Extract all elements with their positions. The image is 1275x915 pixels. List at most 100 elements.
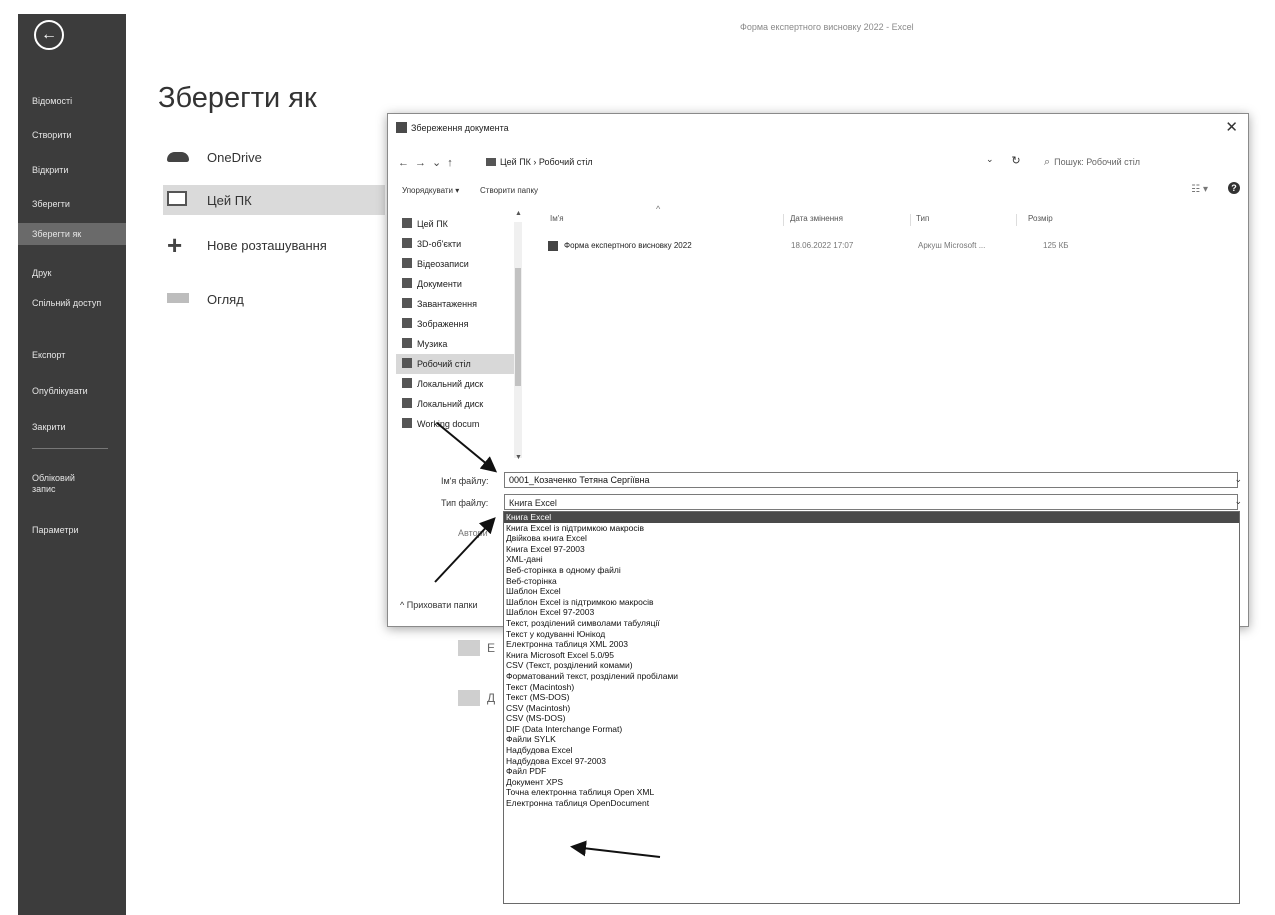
nav-item-this-pc[interactable]: Цей ПК [402, 214, 520, 234]
nav-item-videos[interactable]: Відеозаписи [402, 254, 520, 274]
filetype-option[interactable]: Електронна таблиця OpenDocument [504, 798, 1239, 809]
filetype-option[interactable]: CSV (MS-DOS) [504, 713, 1239, 724]
filetype-option[interactable]: Текст (MS-DOS) [504, 692, 1239, 703]
filetype-option[interactable]: DIF (Data Interchange Format) [504, 724, 1239, 735]
filetype-option[interactable]: Веб-сторінка в одному файлі [504, 565, 1239, 576]
filetype-option[interactable]: Електронна таблиця XML 2003 [504, 639, 1239, 650]
nav-item-3d[interactable]: 3D-об'єкти [402, 234, 520, 254]
recent-folder-label[interactable]: Е [487, 641, 495, 655]
column-header-date[interactable]: Дата змінення [790, 214, 843, 223]
scroll-up-icon[interactable]: ▲ [515, 210, 522, 217]
filetype-option[interactable]: Книга Excel із підтримкою макросів [504, 523, 1239, 534]
folder-icon [458, 640, 480, 656]
rail-item-open[interactable]: Відкрити [32, 165, 124, 176]
column-header-size[interactable]: Розмір [1028, 214, 1053, 223]
nav-item-local-disk-2[interactable]: Локальний диск [402, 394, 520, 414]
rail-item-publish[interactable]: Опублікувати [32, 386, 124, 397]
filetype-option[interactable]: Файли SYLK [504, 734, 1239, 745]
scroll-down-icon[interactable]: ▼ [515, 454, 522, 461]
computer-icon [402, 218, 412, 228]
column-header-type[interactable]: Тип [916, 214, 929, 223]
window-title: Форма експертного висновку 2022 - Excel [740, 22, 914, 32]
rail-item-share[interactable]: Спільний доступ [32, 298, 124, 309]
filetype-option[interactable]: Форматований текст, розділений пробілами [504, 671, 1239, 682]
nav-item-documents[interactable]: Документи [402, 274, 520, 294]
filetype-option[interactable]: Текст у кодуванні Юнікод [504, 629, 1239, 640]
rail-item-close[interactable]: Закрити [32, 422, 124, 433]
filename-field[interactable] [504, 472, 1238, 488]
back-arrow-icon[interactable]: ← [34, 20, 64, 50]
rail-item-export[interactable]: Експорт [32, 350, 124, 361]
chevron-down-icon[interactable]: ⌄ [432, 157, 447, 169]
nav-scrollbar[interactable]: ▲ ▼ [514, 210, 522, 461]
filetype-option[interactable]: CSV (Текст, розділений комами) [504, 660, 1239, 671]
location-label: Цей ПК [207, 193, 252, 208]
filename-label: Ім'я файлу: [441, 476, 489, 486]
up-icon[interactable]: ↑ [447, 157, 459, 169]
nav-item-music[interactable]: Музика [402, 334, 520, 354]
filetype-option[interactable]: Надбудова Excel [504, 745, 1239, 756]
filetype-option[interactable]: CSV (Macintosh) [504, 703, 1239, 714]
nav-label: Музика [417, 339, 448, 349]
hide-folders-button[interactable]: ^ Приховати папки [400, 600, 478, 610]
back-icon[interactable]: ← [398, 157, 415, 169]
nav-item-desktop[interactable]: Робочий стіл [396, 354, 514, 374]
nav-label: Робочий стіл [417, 359, 471, 369]
forward-icon[interactable]: → [415, 157, 432, 169]
organize-button[interactable]: Упорядкувати ▾ [402, 186, 459, 195]
rail-item-new[interactable]: Створити [32, 130, 124, 141]
filetype-option[interactable]: Файл PDF [504, 766, 1239, 777]
rail-item-options[interactable]: Параметри [32, 525, 124, 536]
rail-item-info[interactable]: Відомості [32, 96, 124, 107]
help-icon[interactable]: ? [1228, 182, 1240, 194]
address-bar[interactable]: Цей ПК › Робочий стіл [486, 152, 1042, 172]
file-row[interactable]: Форма експертного висновку 2022 18.06.20… [548, 238, 1108, 254]
view-options-icon[interactable]: ☷ ▾ [1191, 184, 1208, 195]
filetype-option[interactable]: Книга Excel 97-2003 [504, 544, 1239, 555]
filetype-option[interactable]: Двійкова книга Excel [504, 533, 1239, 544]
chevron-down-icon[interactable]: ⌄ [986, 154, 994, 165]
chevron-up-icon: ^ [400, 600, 407, 610]
filetype-option[interactable]: Документ XPS [504, 777, 1239, 788]
column-header-name[interactable]: Ім'я [550, 214, 564, 223]
nav-item-pictures[interactable]: Зображення [402, 314, 520, 334]
location-this-pc[interactable]: Цей ПК [163, 185, 385, 215]
nav-label: Зображення [417, 319, 469, 329]
new-folder-button[interactable]: Створити папку [480, 186, 538, 195]
filetype-dropdown-list: Книга Excel Книга Excel із підтримкою мак… [503, 511, 1240, 904]
filetype-option[interactable]: Текст, розділений символами табуляції [504, 618, 1239, 629]
picture-icon [402, 318, 412, 328]
filetype-option[interactable]: Книга Excel [504, 512, 1239, 523]
music-icon [402, 338, 412, 348]
search-box[interactable]: ⌕ Пошук: Робочий стіл [1038, 152, 1228, 172]
nav-item-local-disk[interactable]: Локальний диск [402, 374, 520, 394]
chevron-down-icon[interactable]: ⌄ [1234, 474, 1242, 485]
nav-item-working[interactable]: Working docum [402, 414, 520, 434]
filetype-option[interactable]: Точна електронна таблиця Open XML [504, 787, 1239, 798]
filetype-option[interactable]: Текст (Macintosh) [504, 682, 1239, 693]
rail-item-save[interactable]: Зберегти [32, 199, 124, 210]
location-new-place[interactable]: + Нове розташування [163, 230, 385, 260]
authors-label: Автори [458, 528, 488, 538]
filetype-option[interactable]: Шаблон Excel [504, 586, 1239, 597]
filetype-option[interactable]: Веб-сторінка [504, 576, 1239, 587]
filetype-option[interactable]: Надбудова Excel 97-2003 [504, 756, 1239, 767]
nav-item-downloads[interactable]: Завантаження [402, 294, 520, 314]
filetype-option[interactable]: Шаблон Excel із підтримкою макросів [504, 597, 1239, 608]
chevron-down-icon[interactable]: ⌄ [1234, 496, 1242, 507]
rail-item-print[interactable]: Друк [32, 268, 124, 279]
filetype-option[interactable]: Шаблон Excel 97-2003 [504, 607, 1239, 618]
scroll-thumb[interactable] [515, 268, 521, 386]
refresh-icon[interactable]: ↻ [1007, 152, 1025, 170]
rail-item-account[interactable]: Обліковий запис [32, 473, 96, 495]
filetype-option[interactable]: Книга Microsoft Excel 5.0/95 [504, 650, 1239, 661]
column-divider [910, 214, 911, 226]
location-browse[interactable]: Огляд [163, 284, 385, 314]
rail-item-save-as[interactable]: Зберегти як [18, 223, 126, 245]
filetype-option[interactable]: XML-дані [504, 554, 1239, 565]
close-icon[interactable]: ✕ [1225, 118, 1238, 136]
location-onedrive[interactable]: OneDrive [163, 142, 385, 172]
recent-folder-label[interactable]: Д [487, 691, 495, 705]
filetype-select[interactable]: Книга Excel [504, 494, 1238, 510]
location-label: Огляд [207, 292, 244, 307]
